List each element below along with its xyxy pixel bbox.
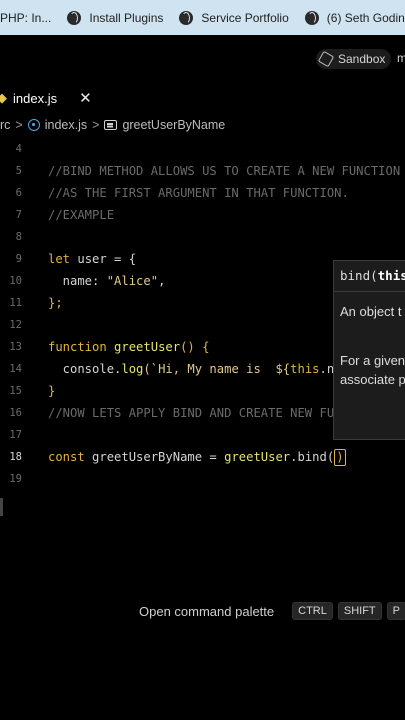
line-number: 4: [15, 143, 22, 155]
key-p: P: [386, 602, 405, 620]
plain-token: greetUserByName =: [84, 449, 225, 464]
code-text: name: "Alice",: [48, 274, 166, 288]
sandbox-label: Sandbox: [338, 52, 386, 66]
bookmark-install-plugins[interactable]: Install Plugins: [67, 10, 164, 25]
line-number: 5: [15, 165, 22, 177]
line-number: 7: [15, 209, 22, 221]
line-number: 17: [9, 429, 22, 441]
keyword-token: const: [48, 449, 85, 464]
plain-token: name:: [48, 274, 107, 288]
title-user-fragment: m: [397, 51, 405, 65]
popup-description: For a given body as the is associate par…: [340, 353, 405, 387]
bookmark-service-portfolio[interactable]: Service Portfolio: [179, 10, 289, 25]
line-number: 18: [9, 451, 22, 463]
key-shift: SHIFT: [337, 602, 382, 620]
command-hint-label: Open command palette: [139, 603, 275, 619]
signature-param: this: [377, 268, 405, 283]
plain-token: user = {: [70, 252, 137, 266]
bookmark-label: Install Plugins: [89, 10, 164, 25]
bookmark-php[interactable]: PHP: In...: [0, 11, 51, 25]
keyword-token: this: [290, 362, 320, 376]
line-number: 6: [15, 187, 22, 199]
code-line: 8: [0, 226, 405, 248]
code-text: };: [48, 296, 63, 310]
title-bar: Sandbox m: [0, 35, 405, 83]
comment-text: //NOW LETS APPLY BIND AND CREATE NEW FU: [48, 406, 335, 420]
line-number: 16: [9, 407, 22, 419]
globe-icon: [67, 10, 82, 25]
globe-icon: [179, 10, 194, 25]
line-number: 13: [9, 341, 22, 353]
signature-help-popup: bind(this An object t function. For a gi…: [333, 260, 405, 440]
plain-token: ,: [158, 274, 166, 288]
key-ctrl: CTRL: [292, 602, 333, 620]
code-line: 5 //BIND METHOD ALLOWS US TO CREATE A NE…: [0, 160, 405, 182]
line-number: 9: [15, 253, 22, 265]
code-text: console.log(`Hi, My name is ${this.n: [48, 362, 335, 376]
bookmark-label: (6) Seth Godin on S: [326, 10, 405, 25]
line-number: 19: [9, 473, 22, 485]
line-number: 10: [9, 275, 22, 287]
breadcrumb-file[interactable]: index.js: [45, 118, 87, 132]
popup-description: An object t function.: [340, 304, 405, 319]
comment-text: //AS THE FIRST ARGUMENT IN THAT FUNCTION…: [48, 186, 349, 200]
bookmarks-bar: PHP: In... Install Plugins Service Portf…: [0, 0, 405, 35]
close-icon[interactable]: ✕: [79, 89, 92, 107]
plain-token: .n: [319, 362, 335, 376]
code-line: 18 const greetUserByName = greetUser.bin…: [0, 446, 405, 468]
react-file-icon: [27, 119, 40, 131]
line-number: 8: [15, 231, 22, 243]
comment-text: //BIND METHOD ALLOWS US TO CREATE A NEW …: [48, 164, 401, 178]
tab-label: index.js: [13, 90, 58, 106]
line-number: 11: [9, 297, 22, 309]
symbol-icon: [104, 120, 118, 130]
command-palette-hint: Open command palette CTRL SHIFT P: [139, 601, 405, 621]
code-line: 4: [0, 138, 405, 160]
js-file-icon: ◆: [0, 90, 7, 105]
comment-text: //EXAMPLE: [48, 208, 115, 222]
line-number: 14: [9, 363, 22, 375]
function-token: greetUser: [224, 449, 291, 464]
plain-token: () {: [180, 340, 210, 354]
tab-index-js[interactable]: ◆ index.js ✕: [0, 83, 92, 113]
string-token: "Alice": [106, 274, 159, 288]
breadcrumb-separator: >: [92, 118, 100, 132]
breadcrumb-symbol[interactable]: greetUserByName: [122, 118, 225, 132]
sandbox-badge[interactable]: Sandbox: [316, 49, 392, 69]
line-number: 15: [9, 385, 22, 397]
function-token: log: [121, 362, 144, 376]
gutter-marker: [0, 498, 3, 516]
bookmark-seth-godin[interactable]: (6) Seth Godin on S: [304, 10, 405, 25]
signature-prefix: bind(: [340, 268, 378, 283]
code-line: 7 //EXAMPLE: [0, 204, 405, 226]
text-cursor: ): [334, 448, 346, 466]
plain-token: .bind(: [290, 449, 335, 464]
code-text: const greetUserByName = greetUser.bind(): [48, 448, 346, 466]
line-number: 12: [9, 319, 22, 331]
template-token: (`Hi, My name is ${: [143, 362, 291, 376]
bookmark-label: Service Portfolio: [201, 10, 289, 25]
code-line: 6 //AS THE FIRST ARGUMENT IN THAT FUNCTI…: [0, 182, 405, 204]
editor-tab-bar: ◆ index.js ✕: [0, 83, 405, 113]
function-token: greetUser: [106, 340, 181, 354]
signature-text: bind(this: [340, 268, 405, 283]
breadcrumb-folder[interactable]: rc: [0, 118, 10, 132]
popup-divider: [334, 291, 405, 292]
plain-token: console.: [48, 362, 122, 376]
code-text: }: [48, 384, 56, 398]
keyword-token: function: [48, 340, 107, 354]
code-text: let user = {: [48, 252, 136, 266]
breadcrumb-separator: >: [15, 118, 23, 132]
bookmark-label: PHP: In...: [0, 10, 52, 25]
code-text: function greetUser() {: [48, 340, 209, 354]
cube-icon: [317, 50, 335, 68]
breadcrumb: rc > index.js > greetUserByName: [0, 113, 405, 137]
globe-icon: [304, 10, 319, 25]
keyword-token: let: [48, 252, 71, 266]
code-line: 19: [0, 468, 405, 490]
